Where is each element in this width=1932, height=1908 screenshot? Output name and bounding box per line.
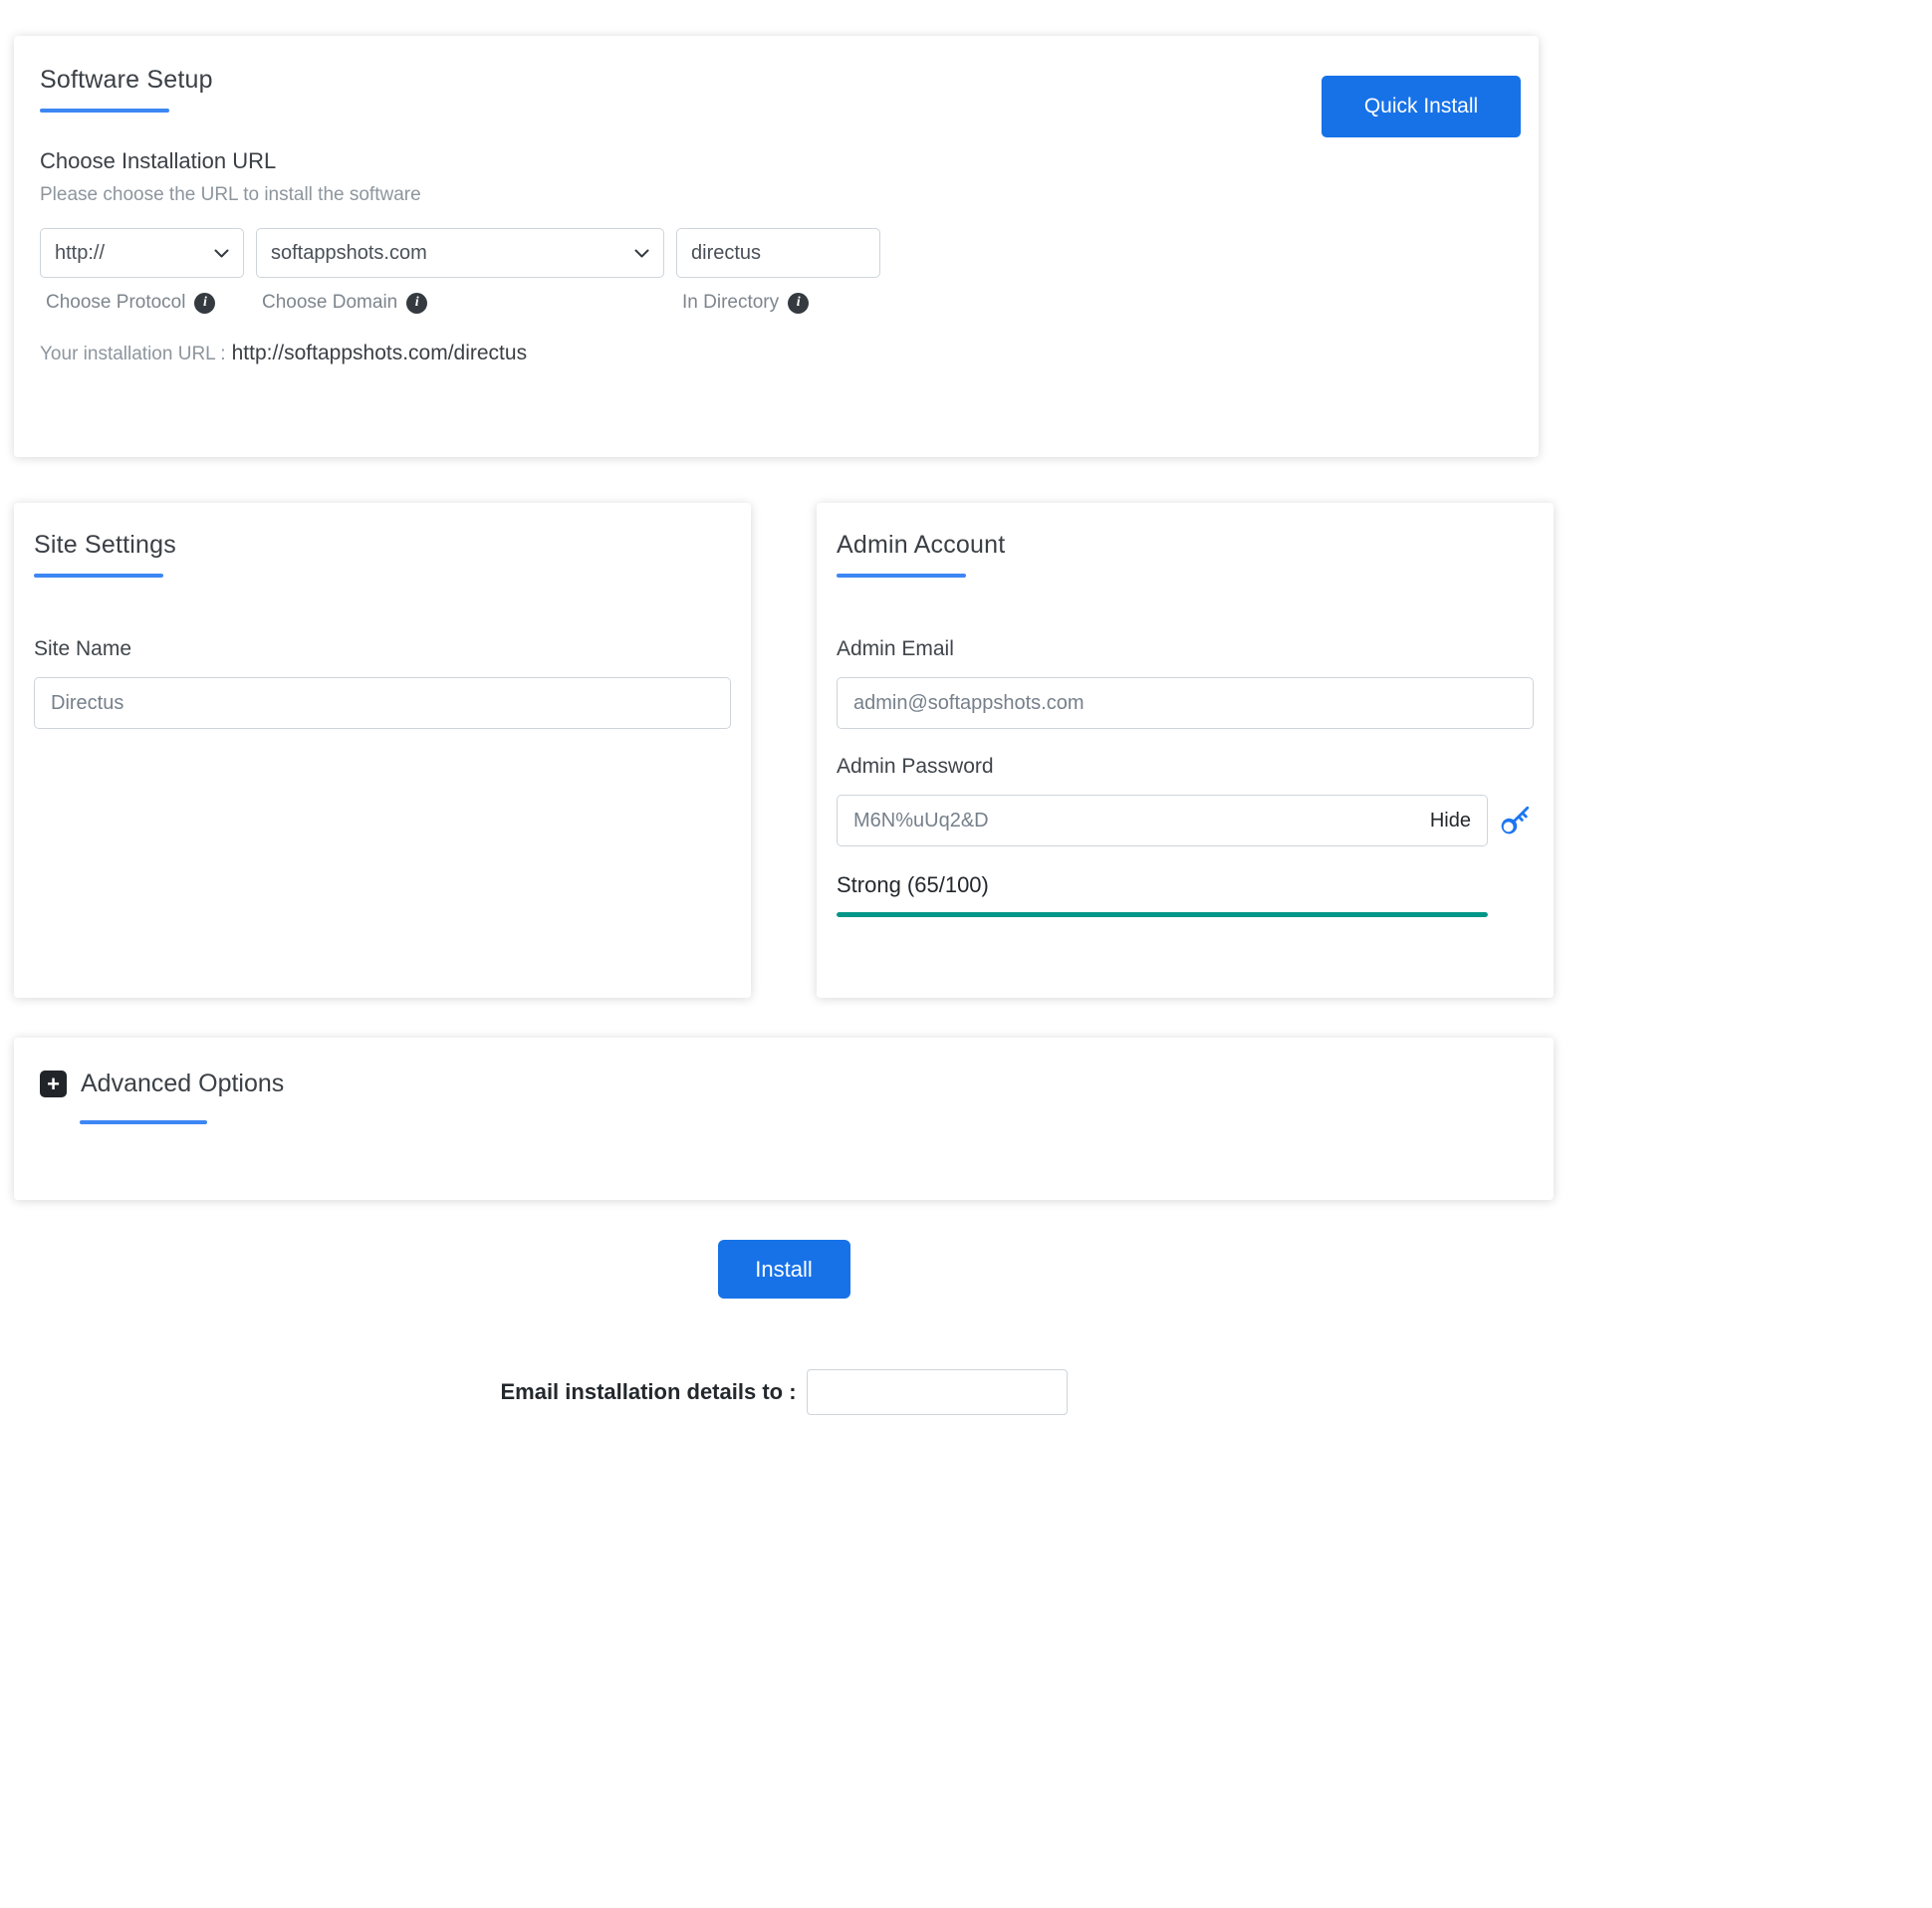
hide-password-toggle[interactable]: Hide — [1430, 810, 1471, 833]
info-icon[interactable]: i — [194, 292, 216, 314]
email-details-input[interactable] — [806, 1369, 1068, 1415]
in-directory-label-group: In Directory i — [676, 292, 880, 314]
chevron-down-icon — [214, 242, 229, 265]
quick-install-button[interactable]: Quick Install — [1322, 76, 1521, 137]
software-setup-underline — [40, 109, 169, 113]
advanced-options-card: + Advanced Options — [14, 1038, 1554, 1200]
password-strength-bar — [837, 912, 1488, 917]
password-strength-fill — [837, 912, 1488, 917]
in-directory-label: In Directory — [682, 292, 780, 313]
choose-domain-label-group: Choose Domain i — [256, 292, 664, 314]
settings-row: Site Settings Site Name Admin Account Ad… — [14, 503, 1554, 998]
software-setup-card: Software Setup Quick Install Choose Inst… — [14, 36, 1539, 457]
advanced-options-underline — [80, 1120, 207, 1124]
install-button[interactable]: Install — [717, 1240, 850, 1299]
protocol-select[interactable]: http:// — [40, 228, 244, 278]
installation-url-field-labels: Choose Protocol i Choose Domain i In Dir… — [40, 292, 1513, 314]
choose-installation-url-heading: Choose Installation URL — [40, 148, 277, 173]
plus-square-icon[interactable]: + — [40, 1071, 67, 1097]
info-icon[interactable]: i — [788, 292, 810, 314]
admin-account-title: Admin Account — [837, 531, 1006, 559]
admin-account-card: Admin Account Admin Email Admin Password… — [817, 503, 1554, 998]
admin-password-input[interactable] — [853, 809, 1430, 833]
site-settings-title: Site Settings — [34, 531, 176, 559]
advanced-options-toggle[interactable]: + Advanced Options — [40, 1070, 1528, 1098]
admin-email-input[interactable] — [837, 677, 1534, 729]
site-settings-underline — [34, 574, 163, 578]
choose-protocol-label-group: Choose Protocol i — [40, 292, 244, 314]
advanced-options-title: Advanced Options — [81, 1070, 285, 1097]
choose-domain-label: Choose Domain — [262, 292, 398, 313]
site-settings-card: Site Settings Site Name — [14, 503, 751, 998]
installation-url-line: Your installation URL : http://softappsho… — [40, 342, 1513, 365]
software-setup-title: Software Setup — [40, 66, 213, 94]
info-icon[interactable]: i — [406, 292, 428, 314]
admin-password-field: Hide — [837, 795, 1488, 846]
directory-input[interactable] — [676, 228, 880, 278]
admin-password-label: Admin Password — [837, 755, 994, 778]
admin-account-underline — [837, 574, 966, 578]
protocol-select-value: http:// — [55, 241, 106, 264]
page-content: Software Setup Quick Install Choose Inst… — [14, 36, 1554, 1415]
domain-select[interactable]: softappshots.com — [256, 228, 664, 278]
password-strength-text: Strong (65/100) — [837, 872, 989, 897]
site-name-label: Site Name — [34, 637, 132, 660]
choose-installation-url-subtext: Please choose the URL to install the sof… — [40, 184, 421, 205]
admin-email-label: Admin Email — [837, 637, 954, 660]
installation-url-label: Your installation URL : — [40, 344, 226, 364]
site-name-input[interactable] — [34, 677, 731, 729]
generate-password-key-icon[interactable] — [1498, 804, 1532, 837]
choose-protocol-label: Choose Protocol — [46, 292, 186, 313]
installation-url-value: http://softappshots.com/directus — [231, 342, 528, 364]
admin-password-row: Hide — [837, 795, 1534, 846]
email-details-row: Email installation details to : — [14, 1369, 1554, 1415]
domain-select-value: softappshots.com — [271, 241, 427, 264]
email-details-label: Email installation details to : — [500, 1379, 797, 1404]
installation-url-fields: http:// softappshots.com — [40, 228, 1513, 278]
chevron-down-icon — [634, 242, 649, 265]
